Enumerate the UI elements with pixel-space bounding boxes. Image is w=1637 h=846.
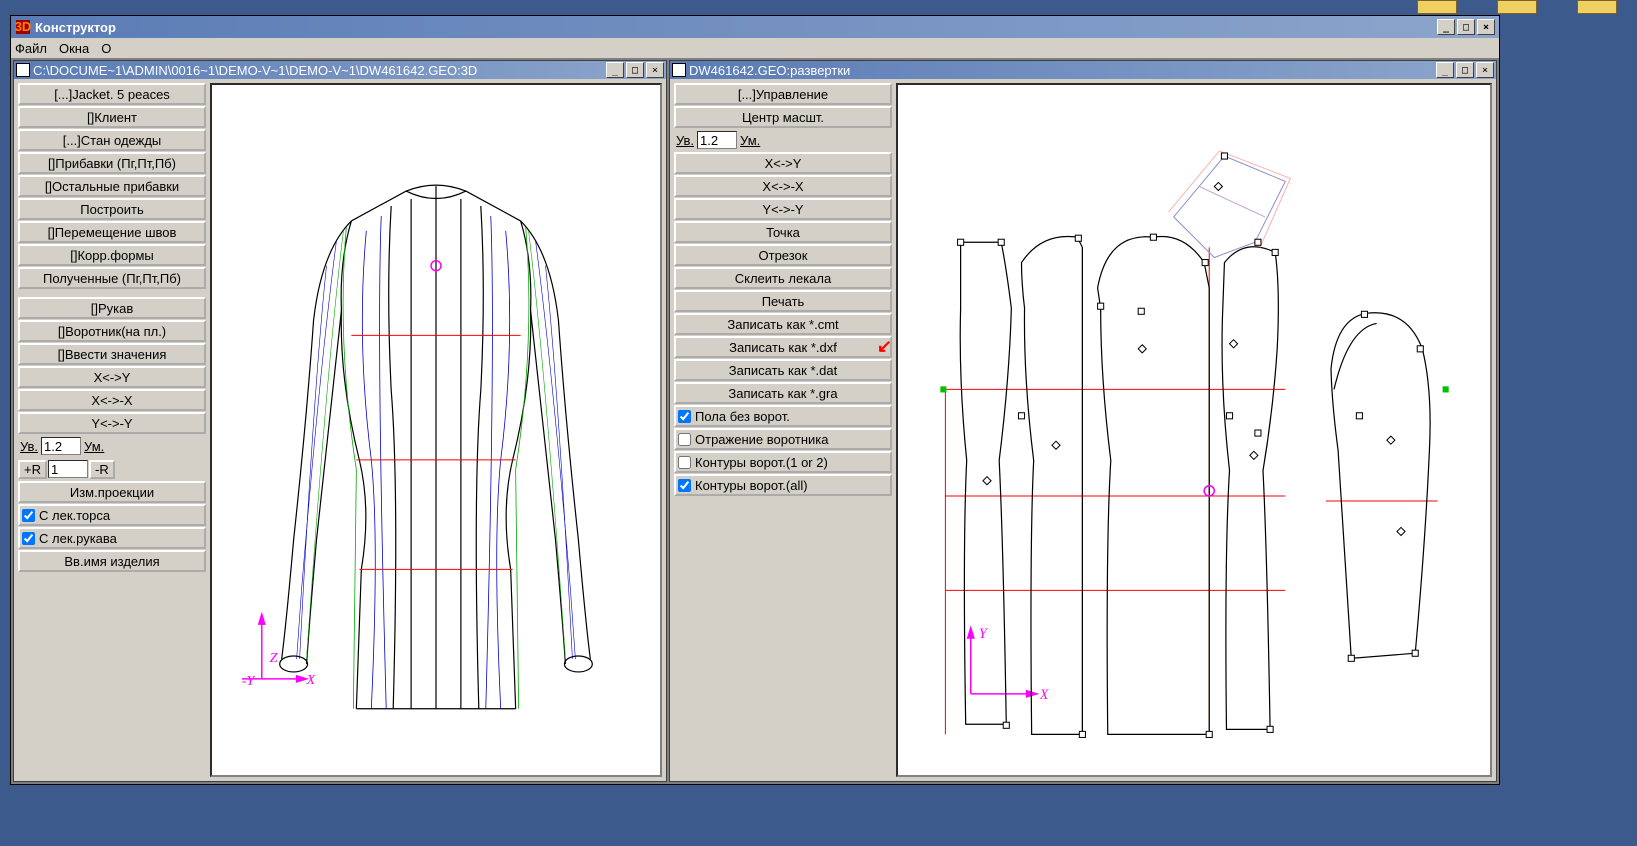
canvas-3d[interactable]: X -Y Z [210, 83, 662, 777]
desktop-folder-icon[interactable] [1577, 0, 1617, 14]
btn-yy[interactable]: Y<->-Y [18, 412, 206, 434]
desktop-folder-icon[interactable] [1417, 0, 1457, 14]
btn-peremesh[interactable]: []Перемещение швов [18, 221, 206, 243]
btn-postroit[interactable]: Построить [18, 198, 206, 220]
sub-close-button[interactable]: × [1476, 62, 1494, 78]
svg-text:X: X [306, 673, 316, 688]
menubar: Файл Окна О [11, 38, 1499, 58]
chk-slek-rukava[interactable] [22, 532, 35, 545]
subwindow-3d: C:\DOCUME~1\ADMIN\0016~1\DEMO-V~1\DEMO-V… [13, 60, 667, 782]
chk-kontury12[interactable] [678, 456, 691, 469]
btn-xy2[interactable]: X<->Y [674, 152, 892, 174]
svg-text:-Y: -Y [242, 674, 256, 689]
sub-maximize-button[interactable]: □ [626, 62, 644, 78]
doc-icon [672, 63, 686, 77]
btn-vvima[interactable]: Вв.имя изделия [18, 550, 206, 572]
lbl-kontury-all: Контуры ворот.(all) [695, 478, 808, 493]
btn-upr[interactable]: [...]Управление [674, 83, 892, 105]
btn-um2[interactable]: Ум. [738, 133, 762, 148]
canvas-flat[interactable]: X Y [896, 83, 1492, 777]
btn-zap-gra[interactable]: Записать как *.gra [674, 382, 892, 404]
sub-title-flat: DW461642.GEO:развертки [689, 63, 1436, 78]
btn-pechat[interactable]: Печать [674, 290, 892, 312]
btn-vvesti[interactable]: []Ввести значения [18, 343, 206, 365]
right-panel: [...]Управление Центр масшт. Ув. Ум. X<-… [674, 83, 892, 777]
chk-pola[interactable] [678, 410, 691, 423]
btn-vorotnik[interactable]: []Воротник(на пл.) [18, 320, 206, 342]
app-icon: 3D [15, 19, 31, 35]
menu-about[interactable]: О [101, 41, 111, 56]
svg-text:Y: Y [979, 626, 989, 642]
btn-um[interactable]: Ум. [82, 439, 106, 454]
lbl-slek-torsa: С лек.торса [39, 508, 110, 523]
lbl-kontury12: Контуры ворот.(1 or 2) [695, 455, 828, 470]
btn-centr[interactable]: Центр масшт. [674, 106, 892, 128]
btn-poluch[interactable]: Полученные (Пг,Пт,Пб) [18, 267, 206, 289]
btn-skleit[interactable]: Склеить лекала [674, 267, 892, 289]
btn-uv[interactable]: Ув. [18, 439, 40, 454]
menu-file[interactable]: Файл [15, 41, 47, 56]
btn-xx[interactable]: X<->-X [18, 389, 206, 411]
main-titlebar[interactable]: 3D Конструктор _ □ × [11, 16, 1499, 38]
lbl-slek-rukava: С лек.рукава [39, 531, 117, 546]
input-uv[interactable] [41, 437, 81, 455]
btn-tochka[interactable]: Точка [674, 221, 892, 243]
svg-text:Z: Z [270, 651, 278, 666]
sub-title-3d: C:\DOCUME~1\ADMIN\0016~1\DEMO-V~1\DEMO-V… [33, 63, 606, 78]
menu-windows[interactable]: Окна [59, 41, 89, 56]
btn-xx2[interactable]: X<->-X [674, 175, 892, 197]
minimize-button[interactable]: _ [1437, 19, 1455, 35]
btn-zap-dxf[interactable]: Записать как *.dxf ↙ [674, 336, 892, 358]
annotation-arrow-icon: ↙ [877, 336, 892, 357]
workspace: C:\DOCUME~1\ADMIN\0016~1\DEMO-V~1\DEMO-V… [11, 58, 1499, 784]
main-title: Конструктор [35, 20, 1437, 35]
maximize-button[interactable]: □ [1457, 19, 1475, 35]
btn-xy[interactable]: X<->Y [18, 366, 206, 388]
main-window: 3D Конструктор _ □ × Файл Окна О C:\DOCU… [10, 15, 1500, 785]
sub-close-button[interactable]: × [646, 62, 664, 78]
chk-slek-torsa[interactable] [22, 509, 35, 522]
btn-otrezok[interactable]: Отрезок [674, 244, 892, 266]
btn-jacket[interactable]: [...]Jacket. 5 peaces [18, 83, 206, 105]
input-uv2[interactable] [697, 131, 737, 149]
lbl-pola: Пола без ворот. [695, 409, 790, 424]
btn-pribavki[interactable]: []Прибавки (Пг,Пт,Пб) [18, 152, 206, 174]
svg-text:3D: 3D [15, 19, 31, 34]
btn-plusr[interactable]: +R [18, 460, 47, 479]
btn-zap-cmt[interactable]: Записать как *.cmt [674, 313, 892, 335]
desktop-folder-icon[interactable] [1497, 0, 1537, 14]
close-button[interactable]: × [1477, 19, 1495, 35]
btn-minusr[interactable]: -R [89, 460, 115, 479]
btn-stan[interactable]: [...]Стан одежды [18, 129, 206, 151]
btn-zap-dat[interactable]: Записать как *.dat [674, 359, 892, 381]
btn-izm[interactable]: Изм.проекции [18, 481, 206, 503]
chk-otrazh[interactable] [678, 433, 691, 446]
sub-minimize-button[interactable]: _ [606, 62, 624, 78]
btn-uv2[interactable]: Ув. [674, 133, 696, 148]
doc-icon [16, 63, 30, 77]
btn-rukav[interactable]: []Рукав [18, 297, 206, 319]
svg-text:X: X [1039, 687, 1050, 703]
btn-korr[interactable]: []Корр.формы [18, 244, 206, 266]
left-panel: [...]Jacket. 5 peaces []Клиент [...]Стан… [18, 83, 206, 777]
lbl-otrazh: Отражение воротника [695, 432, 829, 447]
sub-titlebar-flat[interactable]: DW461642.GEO:развертки _ □ × [670, 61, 1496, 79]
btn-ostalnye[interactable]: []Остальные прибавки [18, 175, 206, 197]
btn-yy2[interactable]: Y<->-Y [674, 198, 892, 220]
chk-kontury-all[interactable] [678, 479, 691, 492]
input-r[interactable] [48, 460, 88, 478]
sub-titlebar-3d[interactable]: C:\DOCUME~1\ADMIN\0016~1\DEMO-V~1\DEMO-V… [14, 61, 666, 79]
sub-maximize-button[interactable]: □ [1456, 62, 1474, 78]
sub-minimize-button[interactable]: _ [1436, 62, 1454, 78]
btn-client[interactable]: []Клиент [18, 106, 206, 128]
subwindow-flat: DW461642.GEO:развертки _ □ × [...]Управл… [669, 60, 1497, 782]
